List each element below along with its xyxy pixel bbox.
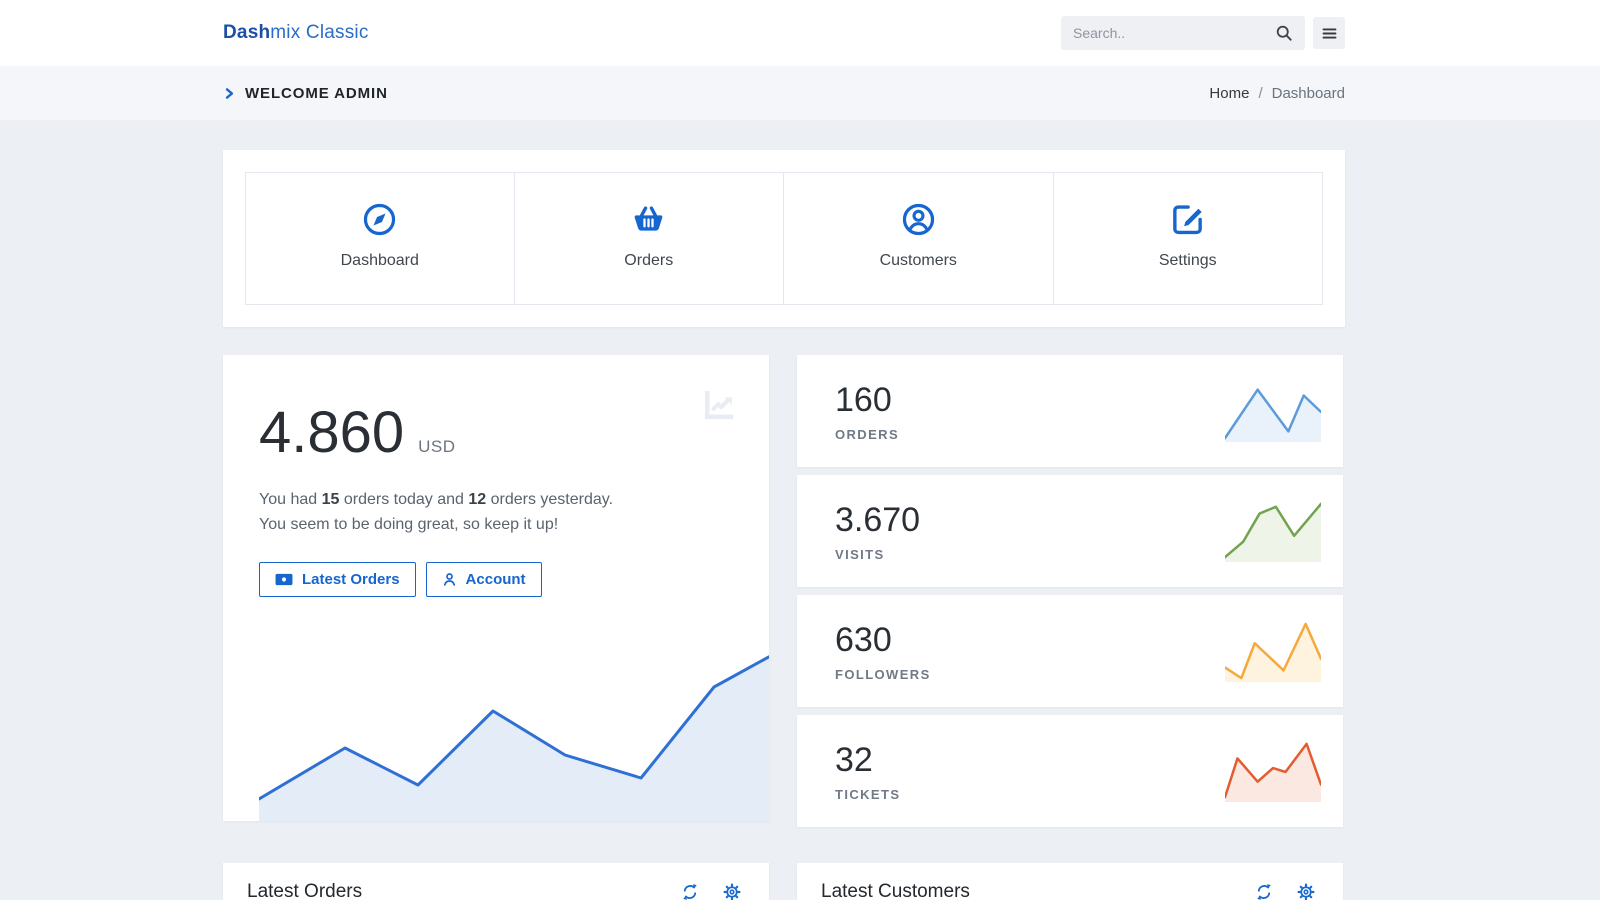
page-header-bar: WELCOME ADMIN Home / Dashboard (0, 66, 1600, 121)
settings-button[interactable] (1293, 879, 1319, 900)
stat-label: TICKETS (835, 787, 900, 802)
stat-value: 32 (835, 741, 900, 780)
block-title: Latest Orders (247, 881, 362, 900)
compass-icon (246, 200, 514, 238)
stat-value: 3.670 (835, 501, 920, 540)
edit-icon (1054, 200, 1323, 238)
chart-line-icon (701, 387, 737, 428)
earnings-message: You had 15 orders today and 12 orders ye… (259, 488, 627, 538)
block-title: Latest Customers (821, 881, 970, 900)
stat-label: ORDERS (835, 427, 899, 442)
breadcrumb-home-link[interactable]: Home (1209, 85, 1249, 102)
stat-card-orders: 160 ORDERS (797, 355, 1343, 467)
refresh-icon (681, 883, 699, 900)
latest-orders-button-label: Latest Orders (302, 571, 400, 588)
gear-icon (1297, 883, 1315, 900)
stat-label: FOLLOWERS (835, 667, 931, 682)
followers-sparkline (1225, 620, 1321, 682)
account-button-label: Account (466, 571, 526, 588)
tickets-sparkline (1225, 740, 1321, 802)
page-title-text: WELCOME ADMIN (245, 85, 388, 102)
stats-column: 160 ORDERS 3.670 VISITS 630 (797, 355, 1343, 827)
search-box (1061, 16, 1305, 50)
main-content: Dashboard Orders Customers Settings (223, 121, 1345, 900)
stat-card-followers: 630 FOLLOWERS (797, 595, 1343, 707)
person-icon (442, 572, 457, 587)
top-header: Dashmix Classic (0, 0, 1600, 66)
brand-bold: Dash (223, 22, 270, 43)
earnings-amount: 4.860 (259, 399, 404, 466)
refresh-button[interactable] (1251, 879, 1277, 900)
orders-sparkline (1225, 380, 1321, 442)
tile-label: Settings (1054, 252, 1323, 270)
tile-label: Customers (784, 252, 1053, 270)
earnings-currency: USD (418, 437, 455, 457)
stat-value: 630 (835, 621, 931, 660)
hamburger-icon (1321, 25, 1338, 42)
breadcrumb-separator: / (1258, 85, 1262, 102)
earnings-card: 4.860 USD You had 15 orders today and 12… (223, 355, 769, 821)
chevron-right-icon (223, 87, 236, 100)
account-button[interactable]: Account (426, 562, 542, 597)
stat-label: VISITS (835, 547, 920, 562)
search-icon (1275, 24, 1293, 42)
tile-orders[interactable]: Orders (515, 172, 785, 305)
tile-label: Orders (515, 252, 784, 270)
quick-nav-card: Dashboard Orders Customers Settings (223, 150, 1345, 327)
tile-customers[interactable]: Customers (784, 172, 1054, 305)
stat-value: 160 (835, 381, 899, 420)
search-input[interactable] (1073, 25, 1271, 41)
basket-icon (515, 200, 784, 238)
breadcrumb-current: Dashboard (1272, 85, 1345, 102)
page-title: WELCOME ADMIN (223, 85, 388, 102)
breadcrumb: Home / Dashboard (1209, 85, 1345, 102)
stat-card-tickets: 32 TICKETS (797, 715, 1343, 827)
settings-button[interactable] (719, 879, 745, 900)
latest-customers-block: Latest Customers (797, 863, 1343, 900)
refresh-icon (1255, 883, 1273, 900)
brand-light: mix Classic (270, 22, 368, 43)
stat-card-visits: 3.670 VISITS (797, 475, 1343, 587)
refresh-button[interactable] (677, 879, 703, 900)
gear-icon (723, 883, 741, 900)
earnings-area-chart (259, 629, 769, 821)
user-circle-icon (784, 200, 1053, 238)
cash-icon (275, 573, 293, 586)
latest-orders-button[interactable]: Latest Orders (259, 562, 416, 597)
tile-dashboard[interactable]: Dashboard (245, 172, 515, 305)
sidebar-toggle-button[interactable] (1313, 17, 1345, 49)
tile-settings[interactable]: Settings (1054, 172, 1324, 305)
latest-orders-block: Latest Orders (223, 863, 769, 900)
tile-label: Dashboard (246, 252, 514, 270)
visits-sparkline (1225, 500, 1321, 562)
brand-logo[interactable]: Dashmix Classic (223, 22, 369, 44)
search-button[interactable] (1271, 20, 1297, 46)
